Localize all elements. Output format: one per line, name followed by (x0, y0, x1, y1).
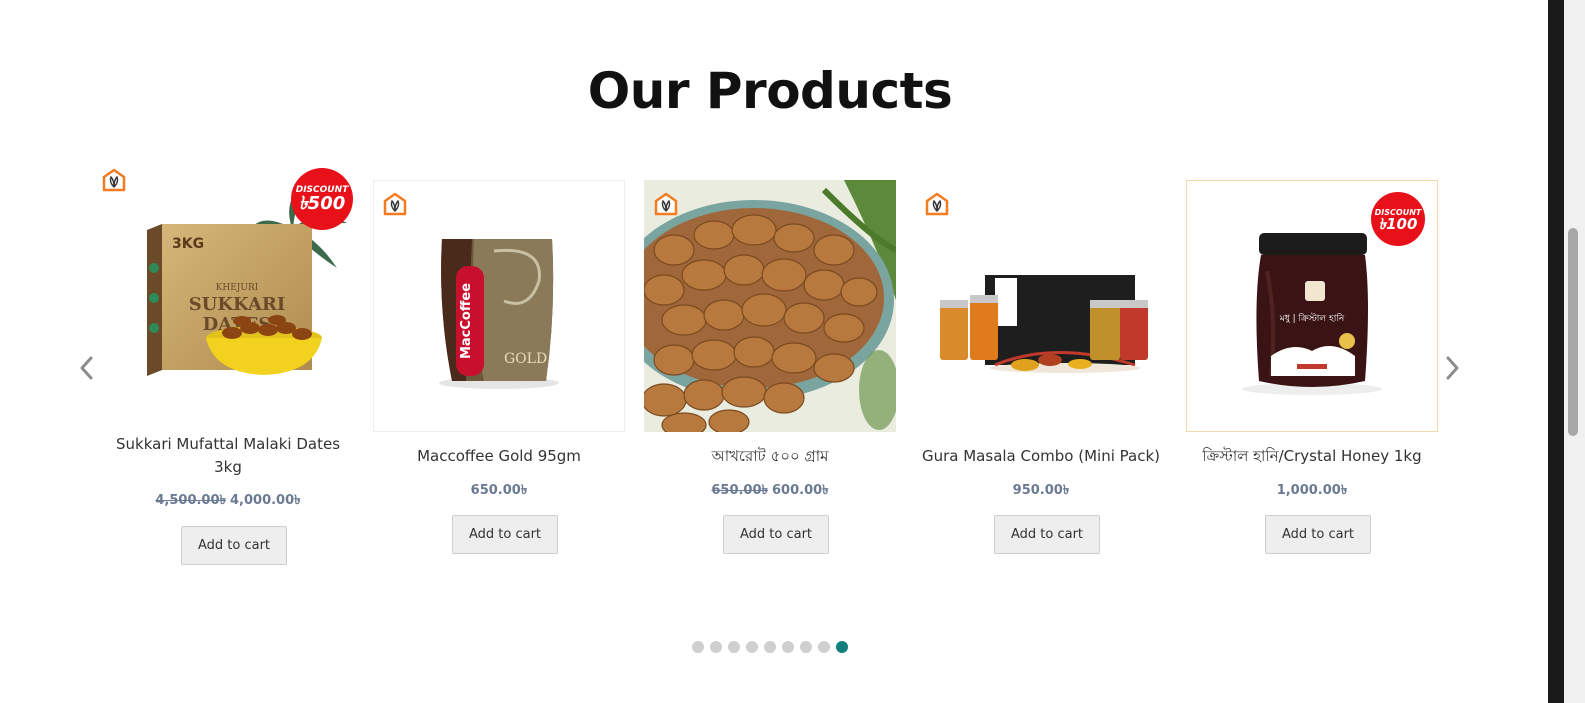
current-price: 950.00৳ (1012, 483, 1070, 498)
product-card[interactable]: 3KG KHEJURI SUKKARI DATES DISCOUNT ৳500 … (102, 168, 354, 568)
pagination-dot-active[interactable] (836, 641, 848, 653)
product-name[interactable]: আখরোট ৫০০ গ্রাম (644, 445, 896, 468)
pack-brand: MacCoffee (459, 283, 474, 359)
brand-logo-icon (654, 192, 678, 216)
current-price: 650.00৳ (470, 483, 528, 498)
chevron-right-icon (1446, 356, 1459, 380)
scrollbar-thumb[interactable] (1568, 228, 1578, 436)
product-image[interactable] (915, 180, 1165, 430)
page: Our Products 3KG KHEJURI SUKKARI DISCOUN… (0, 0, 1548, 703)
jar-label: মধু | ক্রিস্টাল হানি (1279, 312, 1345, 324)
old-price: 4,500.00৳ (155, 493, 226, 508)
product-card[interactable]: MacCoffee GOLD Maccoffee Gold 95gm 650.0… (373, 180, 625, 560)
pagination-dot[interactable] (764, 641, 776, 653)
product-price: 950.00৳ (915, 481, 1167, 502)
pagination-dot[interactable] (710, 641, 722, 653)
product-price: 650.00৳ (373, 481, 625, 502)
pagination-dot[interactable] (818, 641, 830, 653)
box-line1: SUKKARI (189, 294, 286, 315)
product-card[interactable]: মধু | ক্রিস্টাল হানি DISCOUNT ৳100 ক্রিস… (1186, 180, 1438, 560)
add-to-cart-button[interactable]: Add to cart (994, 515, 1100, 554)
discount-amount: ৳100 (1378, 215, 1418, 233)
box-brand: KHEJURI (216, 283, 259, 293)
discount-amount: ৳500 (298, 193, 346, 214)
product-image[interactable]: MacCoffee GOLD (373, 180, 625, 432)
brand-logo-icon (102, 168, 126, 192)
section-title: Our Products (587, 61, 953, 120)
page-scrollbar[interactable] (1548, 0, 1585, 703)
pack-line: GOLD (504, 351, 547, 367)
carousel-prev-button[interactable] (75, 352, 99, 384)
product-price: 1,000.00৳ (1186, 481, 1438, 502)
product-card[interactable]: Gura Masala Combo (Mini Pack) 950.00৳ Ad… (915, 180, 1167, 560)
pagination-dot[interactable] (782, 641, 794, 653)
discount-badge: DISCOUNT ৳500 (291, 168, 353, 230)
brand-logo-icon (925, 192, 949, 216)
discount-badge: DISCOUNT ৳100 (1371, 192, 1425, 246)
product-name[interactable]: ক্রিস্টাল হানি/Crystal Honey 1kg (1186, 445, 1438, 468)
current-price: 600.00৳ (772, 483, 829, 498)
carousel-next-button[interactable] (1440, 352, 1464, 384)
add-to-cart-button[interactable]: Add to cart (452, 515, 558, 554)
product-name[interactable]: Maccoffee Gold 95gm (373, 445, 625, 468)
product-card[interactable]: আখরোট ৫০০ গ্রাম 650.00৳ 600.00৳ Add to ca… (644, 180, 896, 560)
add-to-cart-button[interactable]: Add to cart (1265, 515, 1371, 554)
product-image[interactable] (644, 180, 896, 432)
old-price: 650.00৳ (711, 483, 768, 498)
chevron-left-icon (80, 356, 93, 380)
pagination-dot[interactable] (728, 641, 740, 653)
product-name[interactable]: Gura Masala Combo (Mini Pack) (915, 445, 1167, 468)
product-name[interactable]: Sukkari Mufattal Malaki Dates 3kg (102, 433, 354, 479)
current-price: 4,000.00৳ (230, 493, 301, 508)
brand-logo-icon (383, 192, 407, 216)
add-to-cart-button[interactable]: Add to cart (181, 526, 287, 565)
add-to-cart-button[interactable]: Add to cart (723, 515, 829, 554)
product-price: 650.00৳ 600.00৳ (644, 481, 896, 502)
box-size: 3KG (172, 236, 204, 252)
current-price: 1,000.00৳ (1276, 483, 1348, 498)
pagination-dot[interactable] (746, 641, 758, 653)
pagination-dot[interactable] (692, 641, 704, 653)
product-price: 4,500.00৳ 4,000.00৳ (102, 491, 354, 512)
pagination-dot[interactable] (800, 641, 812, 653)
